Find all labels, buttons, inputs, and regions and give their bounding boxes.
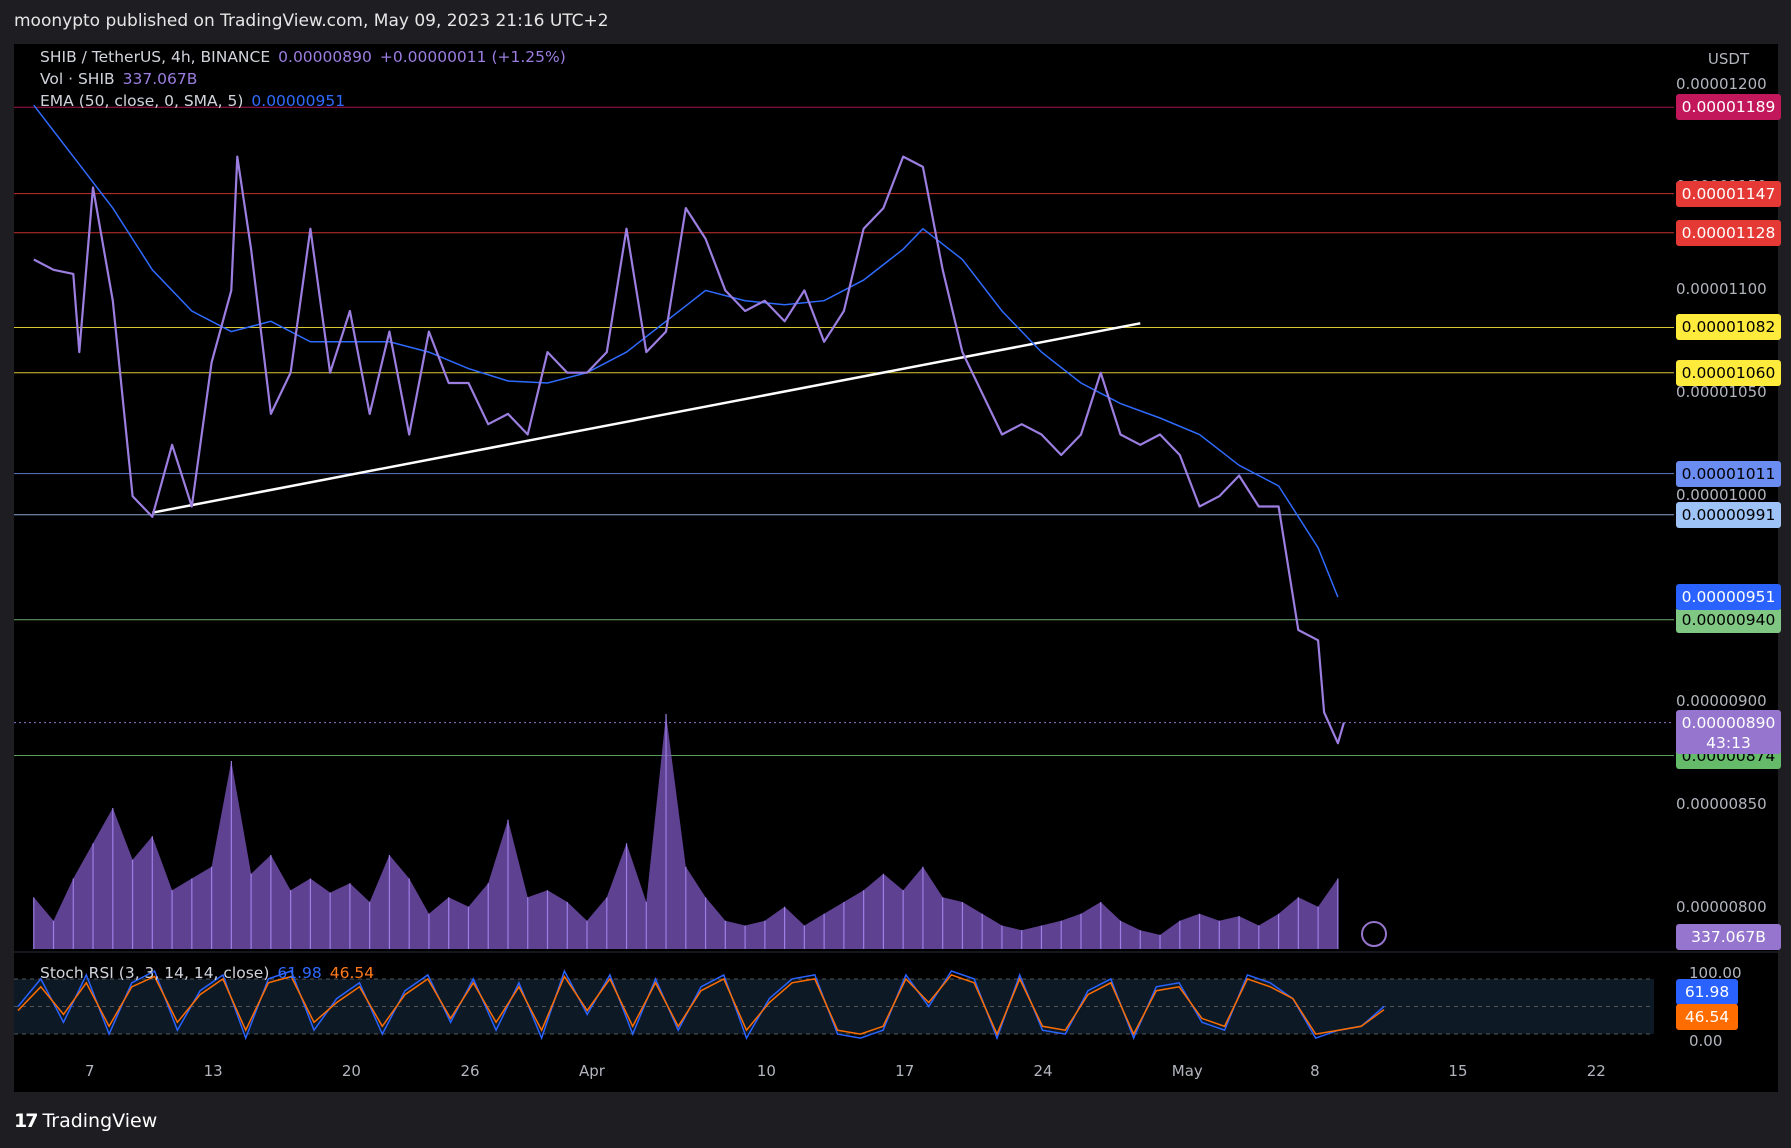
level-label: 0.00000940	[1676, 606, 1781, 633]
horizontal-levels	[14, 106, 1674, 757]
symbol-name: SHIB / TetherUS, 4h, BINANCE	[40, 48, 271, 66]
legend-symbol-row: SHIB / TetherUS, 4h, BINANCE 0.00000890 +0…	[40, 48, 566, 66]
volume-name: Vol · SHIB	[40, 70, 115, 88]
time-tick: 24	[1033, 1062, 1053, 1080]
stoch-name: Stoch RSI (3, 3, 14, 14, close)	[40, 964, 270, 982]
countdown-timer: 43:13	[1706, 733, 1751, 752]
chart-panel[interactable]: SHIB / TetherUS, 4h, BINANCE 0.00000890 +0…	[14, 44, 1781, 1092]
price-line	[33, 155, 1345, 745]
volume-bars	[33, 714, 1339, 949]
level-label: 0.00001128	[1676, 219, 1781, 246]
legend-stoch-row: Stoch RSI (3, 3, 14, 14, close) 61.98 46.5…	[40, 964, 374, 982]
time-tick: 22	[1586, 1062, 1606, 1080]
time-tick: 20	[341, 1062, 361, 1080]
level-label: 0.00001189	[1676, 94, 1781, 121]
stoch-k-value: 61.98	[277, 964, 322, 982]
time-tick: 10	[756, 1062, 776, 1080]
price-layer	[33, 155, 1345, 745]
rsi-tick-0: 0.00	[1689, 1032, 1723, 1050]
price-tick: 0.00000850	[1676, 794, 1767, 813]
level-label: 0.00001082	[1676, 314, 1781, 341]
price-tick: 0.00000800	[1676, 897, 1767, 916]
time-tick: 8	[1310, 1062, 1320, 1080]
volume-value: 337.067B	[122, 70, 198, 88]
chart-svg[interactable]	[14, 44, 1778, 1092]
legend-ema-row: EMA (50, close, 0, SMA, 5) 0.00000951	[40, 92, 345, 110]
time-tick: 7	[85, 1062, 95, 1080]
ema-name: EMA (50, close, 0, SMA, 5)	[40, 92, 244, 110]
volume-badge: 337.067B	[1676, 924, 1781, 950]
publish-caption: moonypto published on TradingView.com, M…	[14, 11, 609, 31]
level-label: 0.00001060	[1676, 359, 1781, 386]
time-tick: 17	[895, 1062, 915, 1080]
price-tick: 0.00001050	[1676, 383, 1767, 402]
ema-line	[33, 104, 1339, 598]
price-tick: 0.00001100	[1676, 280, 1767, 299]
stoch-d-badge: 46.54	[1676, 1004, 1738, 1030]
level-label: 0.00001147	[1676, 180, 1781, 207]
ema-layer	[33, 104, 1339, 598]
time-tick: 15	[1448, 1062, 1468, 1080]
price-tick: 0.00000900	[1676, 692, 1767, 711]
alert-bolt-icon	[1361, 921, 1387, 947]
time-tick: 13	[203, 1062, 223, 1080]
last-price-badge: 0.00000890 43:13	[1676, 709, 1781, 754]
last-price: 0.00000890	[278, 48, 372, 66]
tradingview-logo-icon: 17	[14, 1110, 38, 1132]
price-tick: 0.00001200	[1676, 74, 1767, 93]
time-tick: May	[1171, 1062, 1203, 1080]
stoch-k-badge: 61.98	[1676, 979, 1738, 1005]
time-tick: 26	[460, 1062, 480, 1080]
level-label: 0.00001011	[1676, 460, 1781, 487]
level-label: 0.00000991	[1676, 501, 1781, 528]
time-tick: Apr	[579, 1062, 605, 1080]
top-bar: moonypto published on TradingView.com, M…	[0, 0, 1791, 44]
last-price-badge-value: 0.00000890	[1681, 713, 1776, 732]
tradingview-brand: TradingView	[42, 1110, 158, 1132]
axis-currency: USDT	[1707, 50, 1750, 68]
price-change: +0.00000011 (+1.25%)	[379, 48, 566, 66]
footer: 17 TradingView	[0, 1092, 1791, 1148]
stoch-d-value: 46.54	[329, 964, 375, 982]
ema-price-badge: 0.00000951	[1676, 584, 1781, 611]
legend-volume-row: Vol · SHIB 337.067B	[40, 70, 197, 88]
ema-value: 0.00000951	[251, 92, 346, 110]
tradingview-logo[interactable]: 17 TradingView	[14, 1110, 157, 1132]
